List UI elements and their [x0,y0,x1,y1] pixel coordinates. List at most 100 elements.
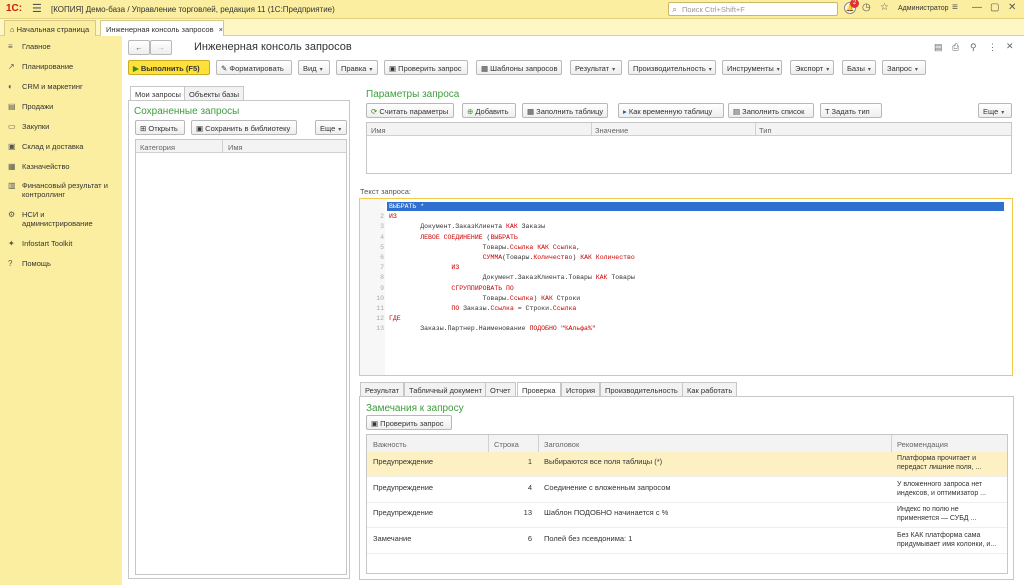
code-line: Документ.ЗаказКлиента.Товары КАК Товары [389,274,635,282]
chevron-down-icon: ▾ [369,67,373,73]
notifications-icon[interactable]: 🔔 2 [844,0,859,14]
sidebar-item-treasury[interactable]: ▦ Казначейство [0,162,120,171]
params-more-button[interactable]: Еще ▾ [978,103,1012,118]
bases-menu[interactable]: Базы ▾ [842,60,876,75]
menu-icon[interactable]: ☰ [32,2,42,15]
format-label: Форматировать [229,64,284,73]
back-button[interactable]: ← [128,40,150,55]
line-number: 4 [380,233,384,241]
params-grid[interactable]: Имя Значение Тип [366,122,1012,174]
planning-icon: ↗ [8,62,15,71]
sidebar-item-warehouse[interactable]: ▣ Склад и доставка [0,142,120,151]
params-grid-header: Имя Значение Тип [367,123,1011,136]
sidebar-item-sales[interactable]: ▤ Продажи [0,102,120,111]
issue-row[interactable]: Предупреждение 4 Соединение с вложенным за… [367,478,1007,503]
search-input[interactable]: ⌕ Поиск Ctrl+Shift+F [668,2,838,16]
col-divider [222,140,223,153]
code-line: Документ.ЗаказКлиента КАК Заказы [389,223,546,231]
sidebar-item-finance[interactable]: ▥ Финансовый результат и контроллинг [0,181,120,199]
fill-list-button[interactable]: ▤ Заполнить список [728,103,814,118]
query-menu[interactable]: Запрос ▾ [882,60,926,75]
tab-check[interactable]: Проверка [517,382,561,396]
print-icon[interactable]: ⎙ [952,42,959,53]
read-label: Считать параметры [379,107,449,116]
sidebar-item-infostart[interactable]: ✦ Infostart Toolkit [0,239,120,248]
issue-row[interactable]: Предупреждение 13 Шаблон ПОДОБНО начинаетс… [367,503,1007,528]
left-more-button[interactable]: Еще ▾ [315,120,347,135]
export-menu[interactable]: Экспорт ▾ [790,60,834,75]
run-button[interactable]: ▶ Выполнить (F5) [128,60,210,75]
query-label: Запрос [887,64,912,73]
tab-close-icon[interactable]: × [219,25,223,34]
forward-button[interactable]: → [150,40,172,55]
view-menu[interactable]: Вид ▾ [298,60,330,75]
performance-menu[interactable]: Производительность ▾ [628,60,716,75]
current-line-highlight [387,202,1004,211]
save-to-library-button[interactable]: ▣ Сохранить в библиотеку [191,120,297,135]
run-label: Выполнить (F5) [140,64,200,73]
sidebar-item-help[interactable]: ? Помощь [0,259,120,268]
issue-row[interactable]: Предупреждение 1 Выбираются все поля табли… [367,452,1007,477]
fill-table-button[interactable]: ▦ Заполнить таблицу [522,103,608,118]
check-query-inline-button[interactable]: ▣ Проверить запрос [366,415,452,430]
tools-menu[interactable]: Инструменты ▾ [722,60,782,75]
sidebar-item-main[interactable]: ≡ Главное [0,42,120,51]
add-param-button[interactable]: ⊕ Добавить [462,103,516,118]
tab-result[interactable]: Результат [360,382,405,396]
issue-recommendation: Без КАК платформа сама [897,531,981,539]
tab-performance[interactable]: Производительность [600,382,683,396]
more-icon[interactable]: ⋮ [988,42,997,53]
open-tabs-bar: ⌂ Начальная страница Инженерная консоль … [0,19,1024,36]
templates-button[interactable]: ▦ Шаблоны запросов [476,60,562,75]
main-panel: ← → Инженерная консоль запросов ▤ ⎙ ⚲ ⋮ … [122,36,1024,585]
open-button[interactable]: ⊞ Открыть [135,120,185,135]
read-params-button[interactable]: ⟳ Считать параметры [366,103,454,118]
settings-icon[interactable]: ≡ [952,2,958,13]
sidebar-item-purchases[interactable]: ▭ Закупки [0,122,120,131]
history-icon[interactable]: ◷ [862,2,871,13]
check-query-button[interactable]: ▣ Проверить запрос [384,60,468,75]
table-icon: ▦ [527,107,537,116]
line-number: 3 [380,223,384,231]
issue-row[interactable]: Замечание 6 Полей без псевдонима: 1 Без КАК… [367,529,1007,554]
set-type-button[interactable]: T Задать тип [820,103,882,118]
user-name[interactable]: Администратор [898,5,949,12]
tab-table-document[interactable]: Табличный документ [404,382,488,396]
check-icon: ▣ [389,64,399,73]
temp-table-button[interactable]: ▸ Как временную таблицу [618,103,724,118]
minimize-icon[interactable]: — [972,2,982,13]
open-label: Открыть [148,124,178,133]
link-icon[interactable]: ⚲ [970,42,977,53]
line-number: 1 [380,203,384,210]
sidebar-item-crm[interactable]: ◐ CRM и маркетинг [0,82,120,91]
search-placeholder: Поиск Ctrl+Shift+F [682,5,745,14]
tab-my-queries[interactable]: Мои запросы [130,86,186,100]
grid-header: Категория Имя [136,140,346,153]
save-icon[interactable]: ▤ [934,42,943,53]
issue-line: 13 [523,508,532,517]
close-form-icon[interactable]: ✕ [1006,41,1014,52]
query-editor[interactable]: 1 ВЫБРАТЬ * 2 ИЗ 3 Документ.ЗаказКлиента КАК… [359,198,1013,376]
result-menu[interactable]: Результат ▾ [570,60,622,75]
sidebar-item-admin[interactable]: ⚙ НСИ и администрирование [0,210,120,228]
saved-queries-heading: Сохраненные запросы [134,106,240,117]
tab-history[interactable]: История [561,382,601,396]
saved-queries-panel: Сохраненные запросы ⊞ Открыть ▣ Сохранит… [128,100,350,579]
sidebar-item-label: Продажи [22,102,54,111]
notification-badge: 2 [850,0,859,8]
maximize-icon[interactable]: ▢ [990,2,999,13]
tab-console[interactable]: Инженерная консоль запросов × [100,20,224,36]
edit-menu[interactable]: Правка ▾ [336,60,378,75]
star-icon[interactable]: ☆ [880,2,889,13]
sidebar-item-planning[interactable]: ↗ Планирование [0,62,120,71]
saved-queries-grid[interactable]: Категория Имя [135,139,347,575]
tab-home[interactable]: ⌂ Начальная страница [4,20,96,36]
format-button[interactable]: ✎ Форматировать [216,60,292,75]
tab-db-objects[interactable]: Объекты базы [184,86,245,100]
tab-how-to[interactable]: Как работать [682,382,738,396]
query-text-label: Текст запроса: [360,187,411,196]
col-name: Имя [228,143,243,152]
tab-report[interactable]: Отчет [485,382,516,396]
close-icon[interactable]: ✕ [1008,2,1016,13]
issue-level: Предупреждение [373,457,434,466]
